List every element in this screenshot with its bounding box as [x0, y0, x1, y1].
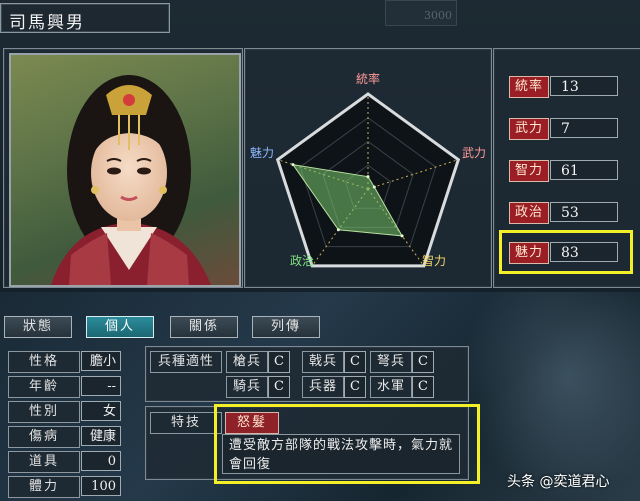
stat-value: 13: [550, 76, 618, 96]
highlight-charm-stat: [499, 230, 633, 274]
troop-aptitude-heading: 兵種適性: [150, 351, 222, 373]
tab-4[interactable]: 列傳: [252, 316, 320, 338]
character-portrait: [9, 53, 241, 287]
aptitude-grade: C: [268, 376, 290, 398]
aptitude-unit-name: 弩兵: [370, 351, 412, 373]
info-label: 性格: [8, 351, 80, 373]
radar-axis-label: 智力: [422, 253, 446, 268]
radar-axis-label: 魅力: [250, 145, 274, 160]
aptitude-grade: C: [412, 376, 434, 398]
top-decoration-number: 3000: [424, 9, 452, 22]
info-value: 女: [81, 401, 121, 421]
aptitude-unit-name: 騎兵: [226, 376, 268, 398]
radar-value-point: [366, 175, 370, 179]
tab-3[interactable]: 關係: [170, 316, 238, 338]
watermark: 头条 @奕道君心: [507, 474, 610, 490]
highlight-skill: [214, 404, 480, 484]
tab-2[interactable]: 個人: [86, 316, 154, 338]
aptitude-unit-name: 槍兵: [226, 351, 268, 373]
info-value: 膽小: [81, 351, 121, 371]
stat-value: 53: [550, 202, 618, 222]
stat-value: 61: [550, 160, 618, 180]
ability-radar-chart: 統率武力智力 政治 魅力: [250, 71, 486, 268]
aptitude-grade: C: [344, 351, 366, 373]
character-name: 司馬興男: [9, 13, 85, 33]
info-label: 性別: [8, 401, 80, 423]
aptitude-unit-name: 水軍: [370, 376, 412, 398]
top-decoration: 3000: [385, 0, 457, 26]
aptitude-grade: C: [344, 376, 366, 398]
radar-value-point: [291, 163, 295, 167]
info-label: 傷病: [8, 426, 80, 448]
name-plate: 司馬興男: [0, 3, 170, 33]
radar-value-point: [336, 228, 340, 232]
stat-value: 7: [550, 118, 618, 138]
aptitude-unit-name: 戟兵: [302, 351, 344, 373]
info-value: 健康: [81, 426, 121, 446]
info-value: 100: [81, 476, 121, 496]
tab-1[interactable]: 狀態: [4, 316, 72, 338]
aptitude-grade: C: [412, 351, 434, 373]
aptitude-grade: C: [268, 351, 290, 373]
info-label: 體力: [8, 476, 80, 498]
info-value: --: [81, 376, 121, 396]
radar-value-point: [400, 234, 404, 238]
info-label: 道具: [8, 451, 80, 473]
info-value: 0: [81, 451, 121, 471]
info-label: 年齡: [8, 376, 80, 398]
radar-value-point: [372, 185, 376, 189]
radar-panel: 統率武力智力 政治 魅力: [244, 48, 492, 288]
radar-axis-label: 武力: [462, 146, 486, 160]
stat-label: 政治: [509, 202, 549, 224]
radar-axis-label: 統率: [356, 71, 380, 86]
stat-label: 武力: [509, 118, 549, 140]
radar-axis-label: 政治: [290, 254, 314, 268]
stat-label: 統率: [509, 76, 549, 98]
stat-label: 智力: [509, 160, 549, 182]
aptitude-unit-name: 兵器: [302, 376, 344, 398]
skill-heading: 特技: [150, 412, 222, 434]
